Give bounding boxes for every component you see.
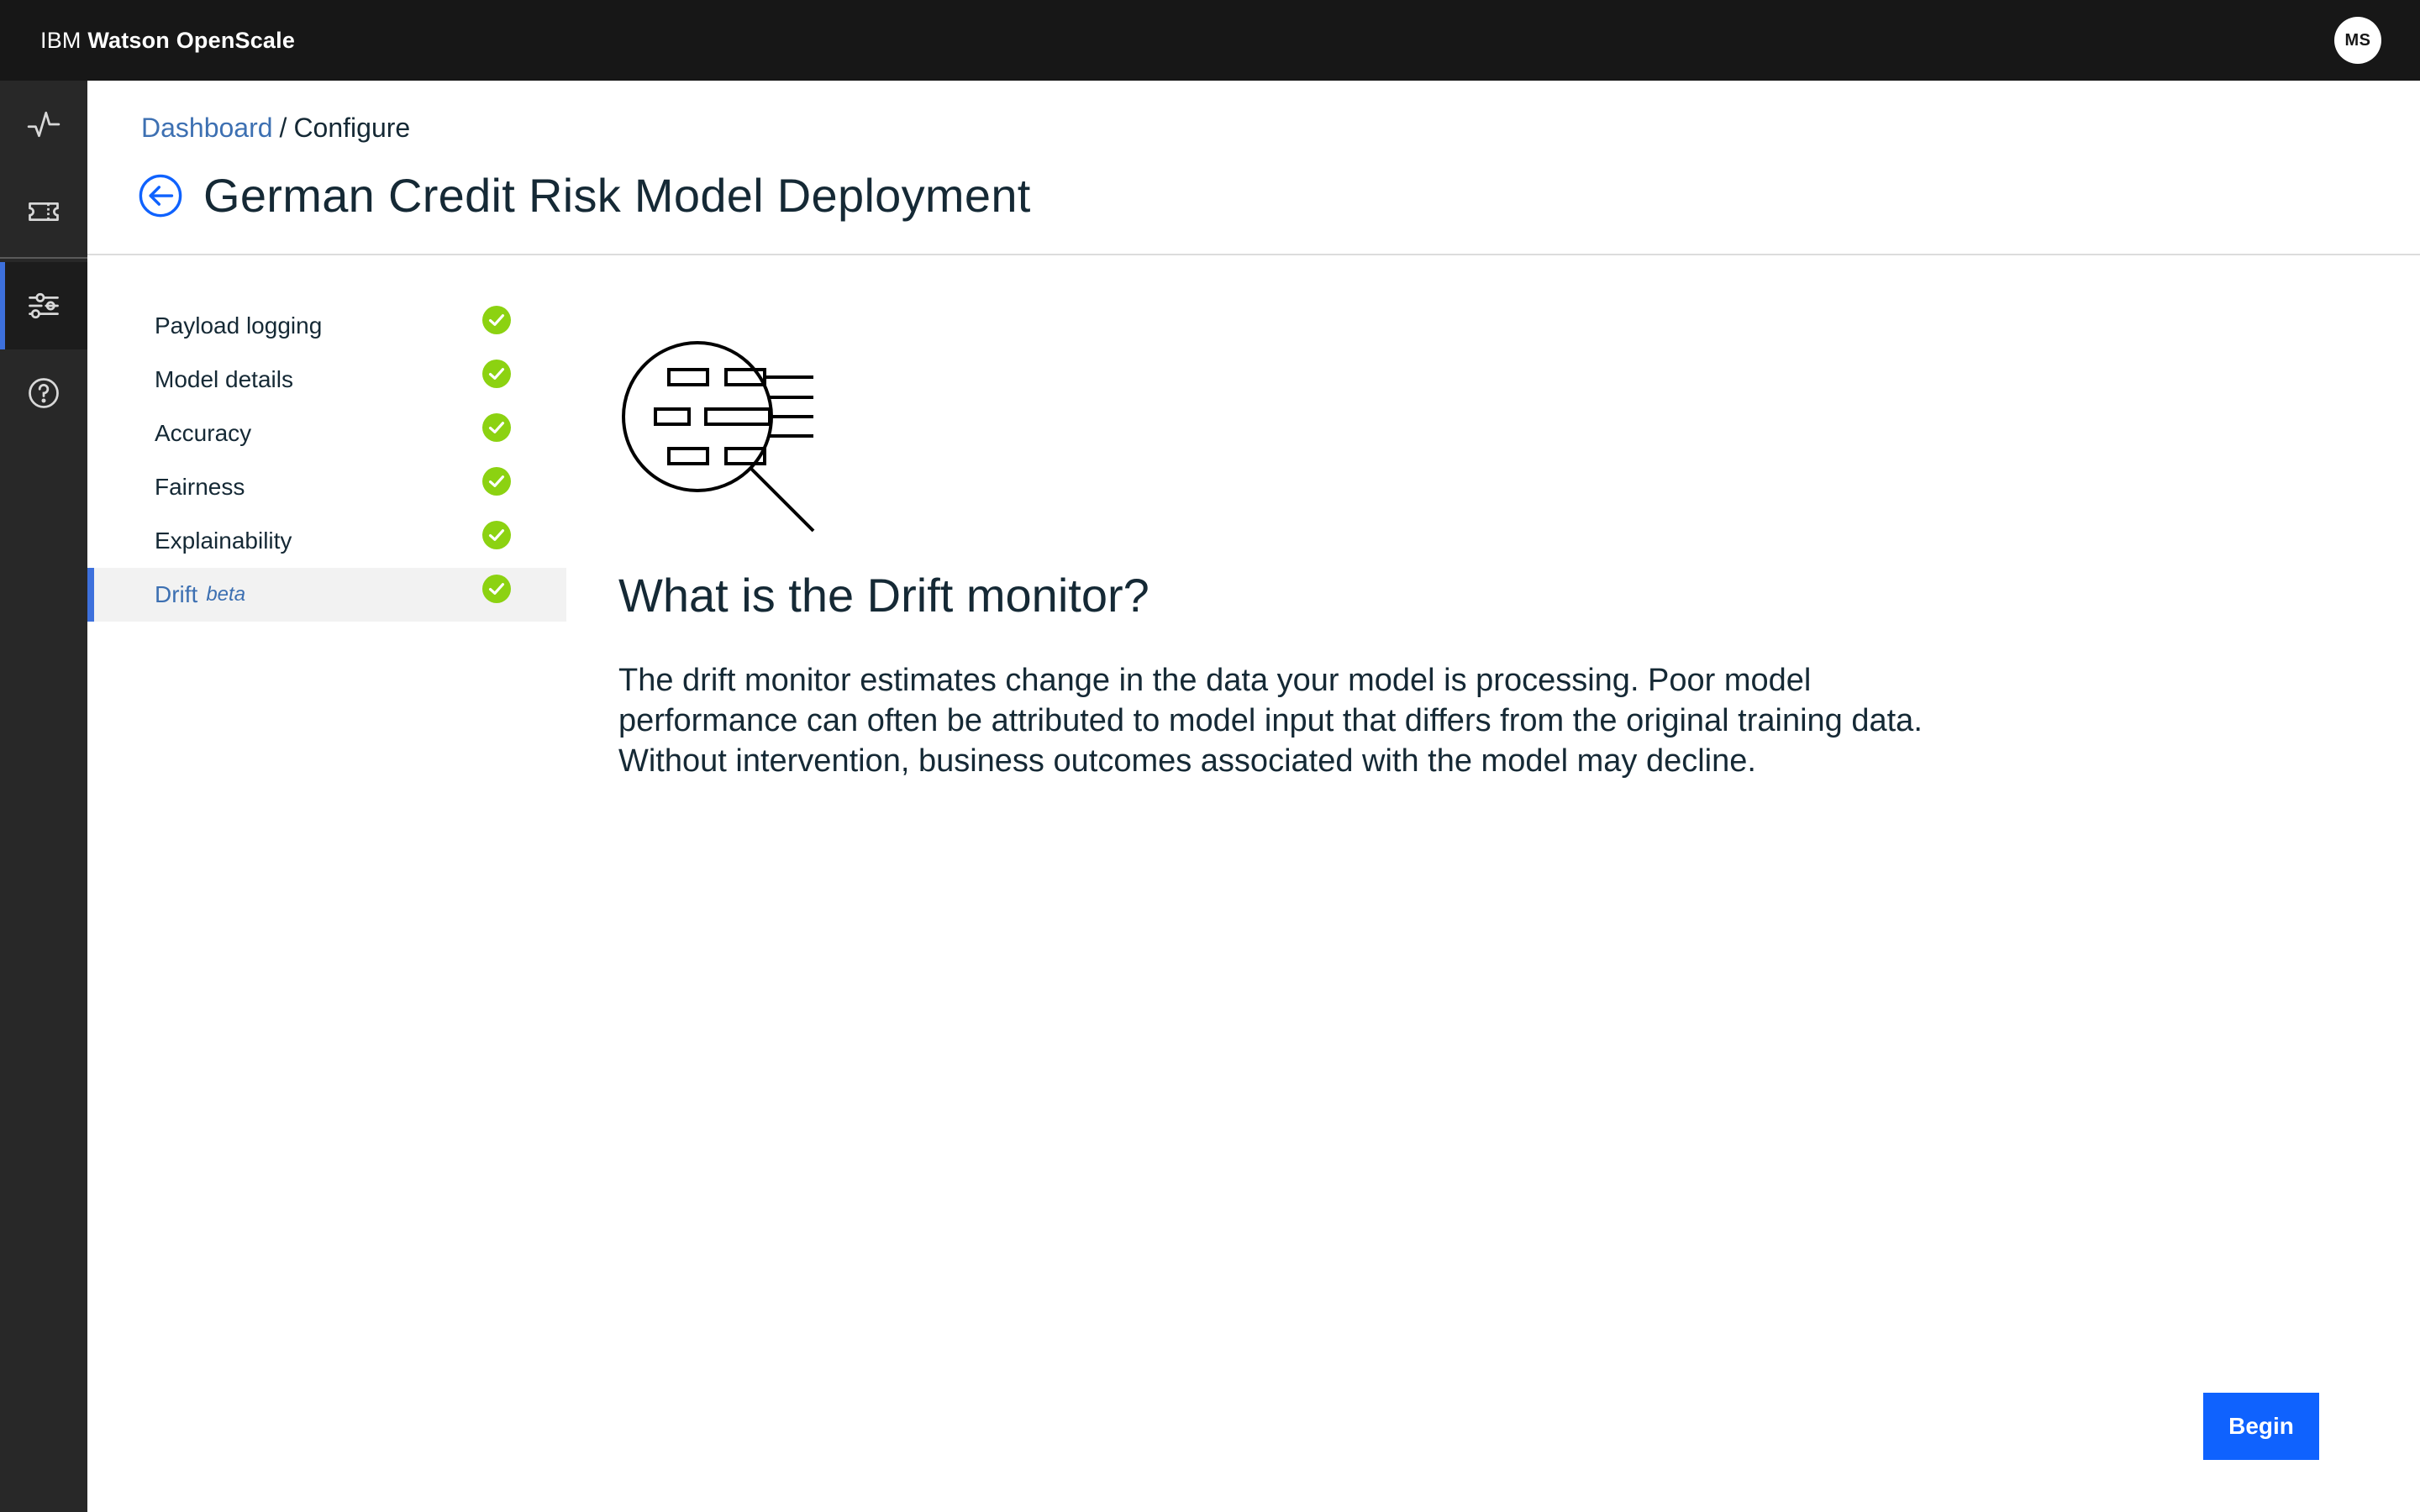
drift-description: The drift monitor estimates change in th…: [618, 663, 1923, 779]
arrow-left-circle-icon[interactable]: [138, 173, 183, 218]
user-avatar[interactable]: MS: [2334, 17, 2381, 64]
step-label: Drift: [155, 581, 198, 607]
help-icon: [29, 378, 59, 408]
breadcrumb-current: Configure: [293, 113, 411, 143]
step-model-details[interactable]: Model details: [87, 353, 566, 407]
settings-sliders-icon: [29, 292, 59, 319]
step-label: Model details: [155, 366, 293, 392]
check-circle-icon: [482, 521, 511, 549]
rail-item-help[interactable]: [0, 349, 87, 437]
page-header: Dashboard / Configure German Credit Risk M…: [87, 81, 2420, 255]
step-payload-logging[interactable]: Payload logging: [87, 299, 566, 353]
top-header: IBM Watson OpenScale MS: [0, 0, 2420, 81]
step-drift[interactable]: Drift beta: [87, 568, 566, 622]
magnifier-data-icon: [622, 341, 815, 533]
check-circle-icon: [482, 306, 511, 334]
breadcrumb: Dashboard / Configure: [141, 113, 410, 144]
check-circle-icon: [482, 467, 511, 496]
title-row: German Credit Risk Model Deployment: [138, 168, 1031, 223]
check-circle-icon: [482, 360, 511, 388]
brand-logo[interactable]: IBM Watson OpenScale: [40, 28, 295, 54]
drift-heading: What is the Drift monitor?: [618, 569, 1150, 622]
activity-icon: [27, 111, 60, 138]
brand-prefix: IBM: [40, 27, 82, 53]
beta-tag: beta: [206, 583, 246, 606]
rail-item-configure[interactable]: [0, 262, 87, 349]
step-label: Explainability: [155, 528, 292, 554]
step-label: Payload logging: [155, 312, 323, 339]
breadcrumb-separator: /: [279, 113, 287, 143]
page-title: German Credit Risk Model Deployment: [203, 169, 1031, 222]
left-nav-rail: [0, 81, 87, 1512]
rail-item-insights[interactable]: [0, 81, 87, 168]
begin-button[interactable]: Begin: [2203, 1393, 2319, 1460]
rail-item-alerts[interactable]: [0, 168, 87, 255]
configure-steps-nav: Payload logging Model details Accuracy F…: [87, 299, 566, 622]
step-label: Accuracy: [155, 420, 252, 446]
rail-divider: [0, 257, 87, 259]
ticket-icon: [29, 202, 59, 221]
breadcrumb-dashboard-link[interactable]: Dashboard: [141, 113, 273, 143]
brand-name: Watson OpenScale: [87, 27, 296, 53]
step-accuracy[interactable]: Accuracy: [87, 407, 566, 460]
step-label: Fairness: [155, 474, 245, 500]
check-circle-icon: [482, 575, 511, 603]
step-fairness[interactable]: Fairness: [87, 460, 566, 514]
step-explainability[interactable]: Explainability: [87, 514, 566, 568]
check-circle-icon: [482, 413, 511, 442]
